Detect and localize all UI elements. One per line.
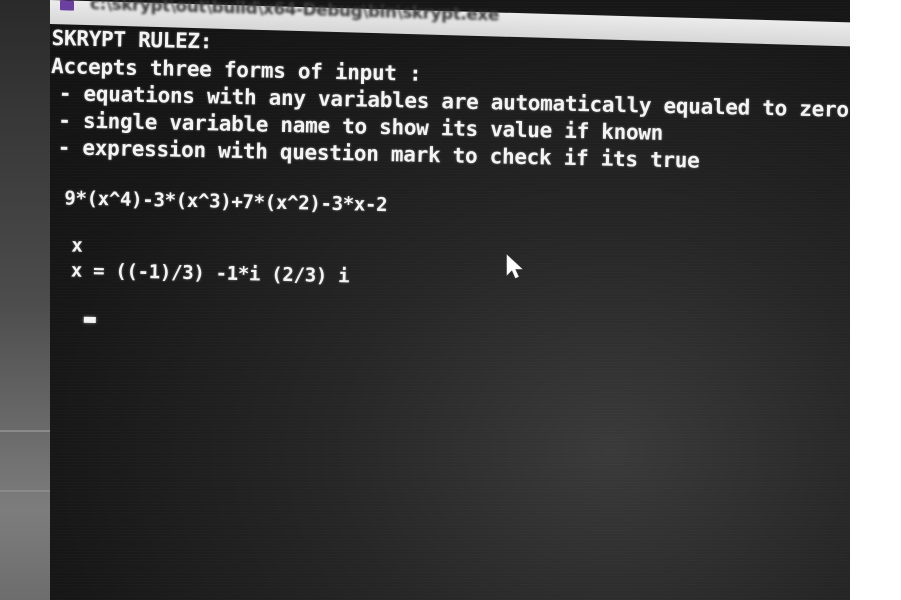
photo-frame: c:\skrypt\out\build\x64-Debug\bin\skrypt… [0, 0, 901, 600]
console-output[interactable]: SKRYPT RULEZ: Accepts three forms of inp… [50, 24, 850, 600]
bezel-seam [0, 430, 50, 432]
console-app-icon [60, 0, 74, 11]
prompt-cursor[interactable] [83, 316, 96, 324]
monitor-left-bezel [0, 0, 50, 600]
console-window: c:\skrypt\out\build\x64-Debug\bin\skrypt… [50, 0, 850, 600]
console-output-line: x [71, 234, 83, 257]
console-header-title: SKRYPT RULEZ: [51, 26, 213, 54]
console-input-equation: 9*(x^4)-3*(x^3)+7*(x^2)-3*x-2 [64, 187, 388, 217]
console-output-result: x = ((-1)/3) -1*i (2/3) i [70, 259, 350, 288]
mouse-pointer-icon [506, 254, 523, 279]
bezel-seam [0, 490, 50, 492]
console-header-line: Accepts three forms of input : [50, 54, 422, 86]
window-title: c:\skrypt\out\build\x64-Debug\bin\skrypt… [90, 0, 499, 26]
